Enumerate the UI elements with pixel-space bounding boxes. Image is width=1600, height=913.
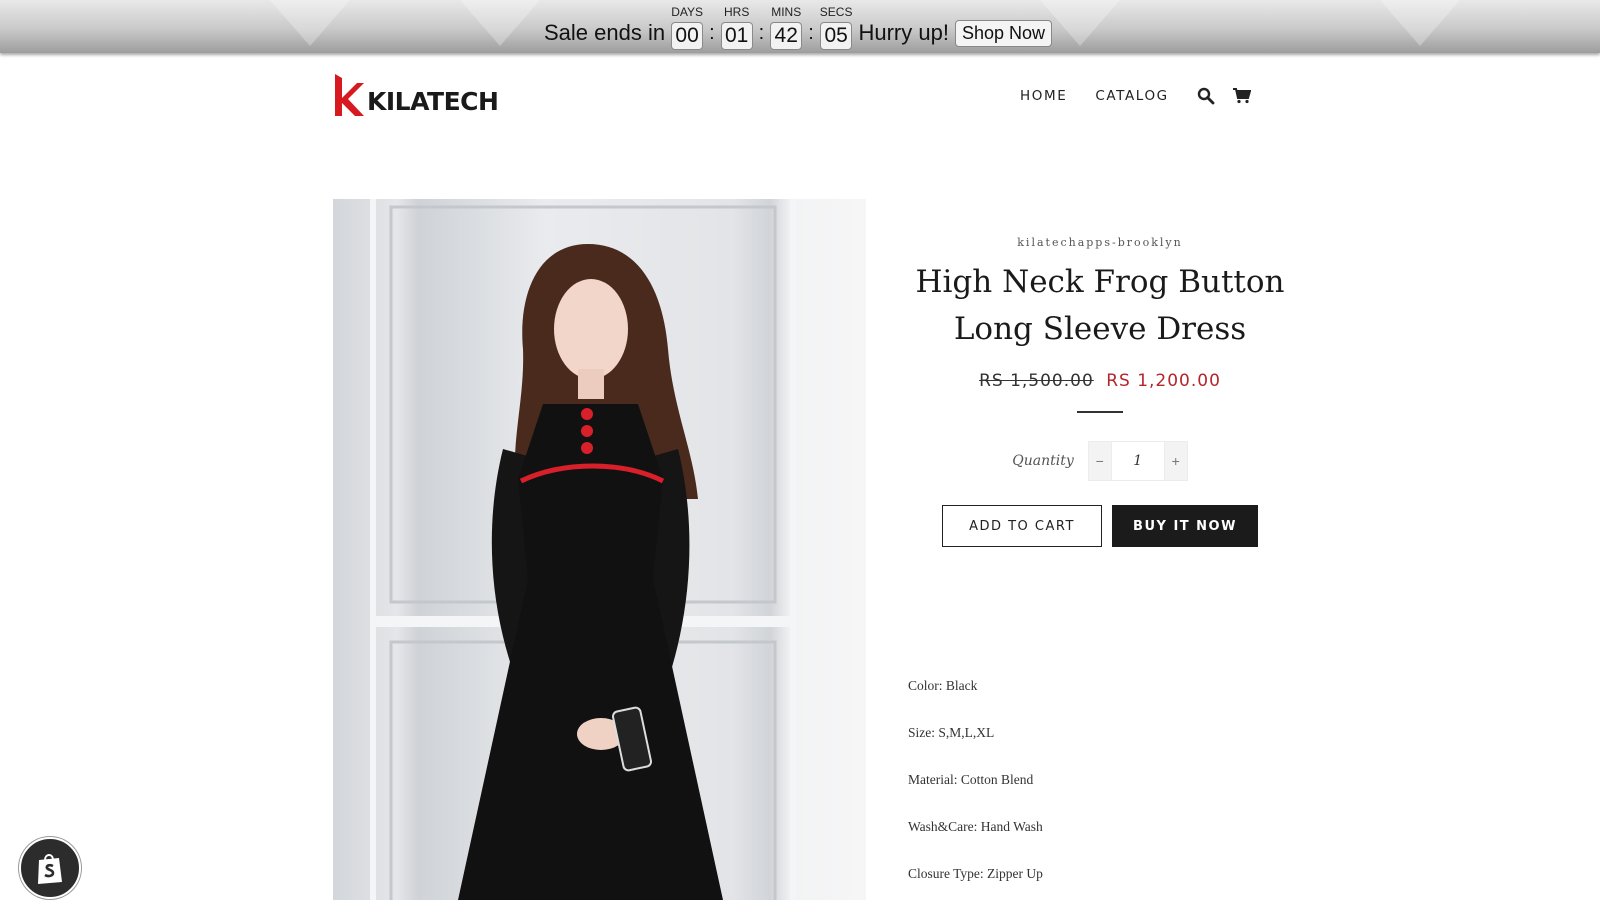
countdown-hours-label: HRS xyxy=(723,5,750,19)
nav-home-link[interactable]: HOME xyxy=(1020,88,1067,104)
countdown-days-value: 00 xyxy=(671,22,704,50)
product-vendor[interactable]: kilatechapps-brooklyn xyxy=(900,236,1300,249)
shop-now-button[interactable]: Shop Now xyxy=(954,20,1053,47)
product-details: kilatechapps-brooklyn High Neck Frog But… xyxy=(900,236,1300,547)
countdown-hours: HRS 01 xyxy=(720,5,753,50)
product-title: High Neck Frog Button Long Sleeve Dress xyxy=(915,264,1285,347)
shopify-logo-icon xyxy=(38,854,62,884)
add-to-cart-button[interactable]: ADD TO CART xyxy=(942,505,1102,547)
countdown-separator: : xyxy=(758,22,765,44)
quantity-row: Quantity − + xyxy=(900,441,1300,481)
spec-wash-care: Wash&Care: Hand Wash xyxy=(908,819,1043,834)
countdown-days: DAYS 00 xyxy=(671,5,704,50)
countdown-seconds-label: SECS xyxy=(819,5,853,19)
countdown-separator: : xyxy=(808,22,814,44)
countdown-minutes: MINS 42 xyxy=(770,5,803,50)
countdown-days-label: DAYS xyxy=(671,5,703,19)
cart-icon[interactable] xyxy=(1232,88,1251,104)
product-photo-illustration xyxy=(370,199,796,900)
product-specs: Color: Black Size: S,M,L,XL Material: Co… xyxy=(908,678,1043,913)
nav-catalog-link[interactable]: CATALOG xyxy=(1095,88,1168,104)
divider xyxy=(1077,411,1123,413)
countdown-bar: Sale ends in DAYS 00 : HRS 01 : MINS 42 … xyxy=(0,0,1600,53)
countdown-seconds: SECS 05 xyxy=(819,5,853,50)
countdown-seconds-value: 05 xyxy=(820,22,853,50)
sale-price: RS 1,200.00 xyxy=(1106,371,1221,391)
spec-material: Material: Cotton Blend xyxy=(908,772,1034,787)
purchase-buttons: ADD TO CART BUY IT NOW xyxy=(900,505,1300,547)
countdown-separator: : xyxy=(709,22,715,44)
buy-it-now-button[interactable]: BUY IT NOW xyxy=(1112,505,1258,547)
price-block: RS 1,500.00 RS 1,200.00 xyxy=(900,371,1300,391)
shopify-bag-icon[interactable] xyxy=(19,837,81,899)
countdown-prefix: Sale ends in xyxy=(544,20,666,45)
spec-color: Color: Black xyxy=(908,678,978,693)
logo-k-icon xyxy=(335,74,364,116)
quantity-decrease-button[interactable]: − xyxy=(1088,442,1111,480)
countdown-minutes-value: 42 xyxy=(770,22,803,50)
logo-text: KILATECH xyxy=(367,87,499,116)
quantity-increase-button[interactable]: + xyxy=(1164,442,1187,480)
store-logo[interactable]: KILATECH xyxy=(333,74,499,116)
quantity-label: Quantity xyxy=(1012,453,1074,469)
countdown-hours-value: 01 xyxy=(720,22,753,50)
main-nav: HOME CATALOG xyxy=(1020,87,1269,105)
spec-closure-type: Closure Type: Zipper Up xyxy=(908,866,1043,881)
countdown-suffix: Hurry up! xyxy=(858,20,949,45)
quantity-input[interactable] xyxy=(1110,442,1165,480)
spec-size: Size: S,M,L,XL xyxy=(908,725,995,740)
quantity-stepper: − + xyxy=(1087,441,1188,481)
countdown-minutes-label: MINS xyxy=(771,5,802,19)
product-image[interactable] xyxy=(333,199,866,900)
compare-at-price: RS 1,500.00 xyxy=(979,371,1094,391)
search-icon[interactable] xyxy=(1197,87,1215,105)
